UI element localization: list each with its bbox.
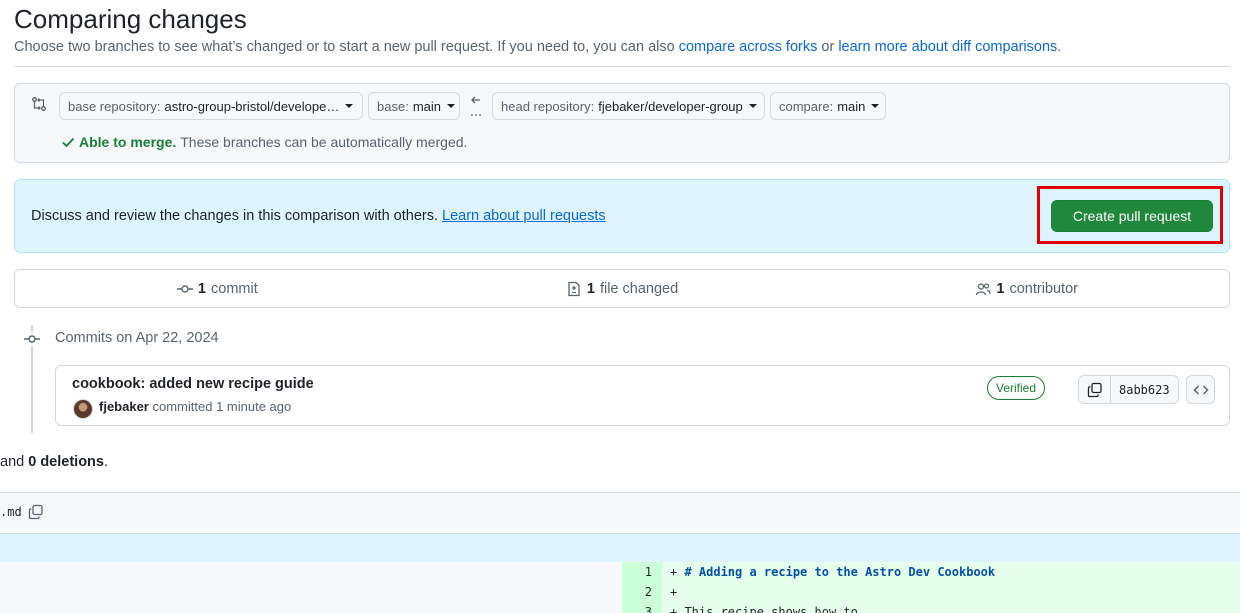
diff-line: 3 + This recipe shows how to	[622, 602, 1240, 613]
commits-count: 1	[197, 280, 206, 297]
create-pull-request-button[interactable]: Create pull request	[1051, 200, 1213, 232]
pull-request-banner: Discuss and review the changes in this c…	[14, 179, 1230, 253]
commit-sha-link[interactable]: 8abb623	[1111, 376, 1178, 403]
diff-right-pane: 1 + # Adding a recipe to the Astro Dev C…	[622, 562, 1240, 613]
copy-sha-button[interactable]	[1079, 376, 1111, 403]
commits-tab[interactable]: 1 commit	[15, 270, 420, 307]
git-compare-icon	[32, 97, 46, 111]
compare-label: compare:	[779, 98, 834, 114]
line-number[interactable]: 2	[622, 582, 662, 602]
diff-left-pane	[0, 562, 622, 613]
line-prefix: +	[670, 565, 685, 579]
banner-message: Discuss and review the changes in this c…	[31, 208, 438, 224]
comparison-stats: 1 commit 1 file changed 1 contributor	[14, 269, 1230, 308]
learn-pull-requests-link[interactable]: Learn about pull requests	[442, 208, 606, 224]
diff-hunk-header	[0, 534, 1240, 562]
base-value: main	[412, 98, 441, 114]
avatar[interactable]	[73, 399, 93, 419]
git-commit-icon	[23, 332, 41, 346]
chevron-down-icon	[748, 104, 757, 108]
summary-deletions: 0 deletions	[28, 454, 104, 470]
line-code: + This recipe shows how to	[662, 602, 858, 613]
compare-value: main	[837, 98, 866, 114]
file-header: .md	[0, 492, 1240, 534]
check-icon	[62, 137, 75, 148]
line-text: # Adding a recipe to the Astro Dev Cookb…	[684, 565, 996, 579]
compare-branch-select[interactable]: compare: main	[770, 92, 886, 120]
diff-line: 1 + # Adding a recipe to the Astro Dev C…	[622, 562, 1240, 582]
line-code: +	[662, 582, 677, 602]
line-prefix: +	[670, 585, 678, 599]
banner-text: Discuss and review the changes in this c…	[31, 208, 606, 224]
line-number[interactable]: 1	[622, 562, 662, 582]
commit-author-link[interactable]: fjebaker	[99, 399, 149, 414]
chevron-down-icon	[447, 104, 455, 108]
merge-detail-text: These branches can be automatically merg…	[180, 134, 468, 150]
code-icon	[1192, 384, 1209, 395]
base-label: base:	[377, 98, 409, 114]
line-prefix: +	[670, 605, 685, 613]
page-subtitle: Choose two branches to see what’s change…	[14, 39, 1061, 55]
summary-prefix: and	[0, 454, 25, 470]
people-icon	[976, 282, 991, 295]
head-repo-label: head repository:	[501, 98, 595, 114]
compare-across-forks-link[interactable]: compare across forks	[679, 39, 818, 55]
commit-meta: fjebaker committed 1 minute ago	[99, 399, 291, 414]
base-branch-select[interactable]: base: main	[368, 92, 460, 120]
commit-title-link[interactable]: cookbook: added new recipe guide	[72, 376, 314, 392]
diff-line: 2 +	[622, 582, 1240, 602]
base-repo-label: base repository:	[68, 98, 161, 114]
files-count: 1	[586, 280, 595, 297]
learn-diff-comparisons-link[interactable]: learn more about diff comparisons	[838, 39, 1057, 55]
merge-ok-text: Able to merge.	[79, 134, 177, 150]
chevron-down-icon	[871, 104, 880, 108]
commit-time: committed 1 minute ago	[152, 399, 292, 414]
base-repository-select[interactable]: base repository: astro-group-bristol/dev…	[59, 92, 363, 120]
copy-icon	[1087, 382, 1102, 397]
base-repo-value: astro-group-bristol/develope…	[164, 98, 340, 114]
diff-summary: and 0 deletions.	[0, 454, 108, 470]
merge-status: Able to merge. These branches can be aut…	[61, 134, 467, 150]
copy-icon[interactable]	[28, 504, 44, 520]
line-code: + # Adding a recipe to the Astro Dev Coo…	[662, 562, 995, 582]
contributors-tab[interactable]: 1 contributor	[824, 270, 1229, 307]
head-repo-value: fjebaker/developer-group	[598, 98, 743, 114]
range-editor: base repository: astro-group-bristol/dev…	[14, 83, 1230, 163]
summary-suffix: .	[103, 454, 109, 470]
files-label: file changed	[599, 280, 679, 297]
contributors-count: 1	[996, 280, 1005, 297]
divider	[14, 66, 1230, 67]
commit-item: cookbook: added new recipe guide fjebake…	[55, 365, 1230, 426]
subtitle-text: Choose two branches to see what’s change…	[14, 39, 675, 55]
chevron-down-icon	[345, 104, 354, 108]
git-commit-icon	[176, 284, 193, 293]
contributors-label: contributor	[1009, 280, 1078, 297]
browse-repository-button[interactable]	[1186, 375, 1215, 404]
arrow-left-icon	[471, 96, 481, 116]
commits-date-heading: Commits on Apr 22, 2024	[55, 330, 219, 346]
commits-label: commit	[211, 280, 258, 297]
line-text: This recipe shows how to	[684, 605, 858, 613]
subtitle-or: or	[821, 39, 835, 55]
file-name[interactable]: .md	[0, 505, 22, 519]
head-repository-select[interactable]: head repository: fjebaker/developer-grou…	[492, 92, 765, 120]
subtitle-end: .	[1057, 39, 1062, 55]
verified-badge[interactable]: Verified	[987, 376, 1046, 400]
page-title: Comparing changes	[14, 4, 247, 34]
line-number[interactable]: 3	[622, 602, 662, 613]
file-diff-icon	[568, 281, 580, 296]
files-changed-tab[interactable]: 1 file changed	[420, 270, 825, 307]
commit-sha-group: 8abb623	[1078, 375, 1179, 404]
